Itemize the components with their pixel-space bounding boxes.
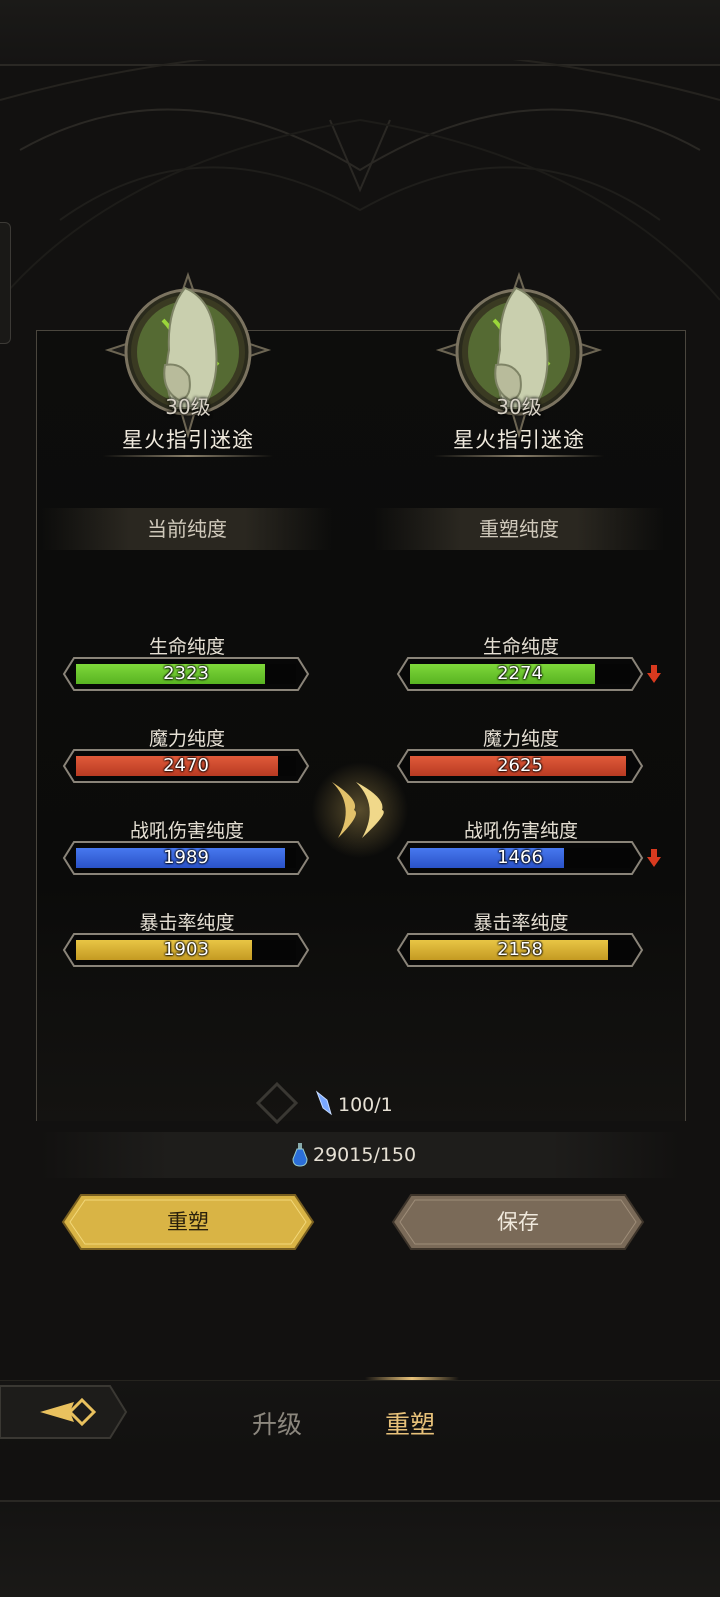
name-underline (103, 455, 273, 457)
reforged-purity-header: 重塑纯度 (374, 508, 664, 550)
save-button-label: 保存 (497, 1210, 539, 1234)
stat-value: 2323 (163, 663, 209, 684)
name-underline (434, 455, 604, 457)
stat-bar: 2625 (396, 748, 644, 784)
stat-value: 1989 (163, 847, 209, 868)
item-name: 星火指引迷途 (453, 428, 585, 452)
potion-cost: 29015/150 (313, 1144, 417, 1166)
stat-bar: 1903 (62, 932, 310, 968)
stat-bar: 2158 (396, 932, 644, 968)
top-frame (0, 0, 720, 66)
stat-label: 魔力纯度 (148, 728, 225, 750)
double-chevron-icon (312, 762, 408, 858)
crystal-cost: 100/1 (338, 1094, 393, 1116)
stat-bar: 1989 (62, 840, 310, 876)
save-button[interactable]: 保存 (391, 1193, 645, 1251)
reforge-button-label: 重塑 (167, 1210, 209, 1234)
item-name: 星火指引迷途 (122, 428, 254, 452)
back-arrow-icon[interactable] (0, 1382, 128, 1442)
item-level: 30级 (496, 395, 542, 419)
side-handle[interactable] (0, 222, 11, 344)
item-level: 30级 (165, 395, 211, 419)
stat-value: 2470 (163, 755, 209, 776)
stat-label: 战吼伤害纯度 (129, 820, 244, 842)
stat-bar: 2470 (62, 748, 310, 784)
stat-label: 生命纯度 (148, 636, 225, 658)
stat-label: 暴击率纯度 (473, 912, 569, 934)
stat-label: 暴击率纯度 (139, 912, 235, 934)
stat-bar: 1466 (396, 840, 644, 876)
stat-label: 魔力纯度 (482, 728, 559, 750)
stat-label: 生命纯度 (482, 636, 559, 658)
potion-icon (292, 1143, 308, 1167)
bottom-frame (0, 1500, 720, 1597)
tab-reforge[interactable]: 重塑 (385, 1405, 435, 1441)
down-arrow-icon (647, 665, 661, 683)
stat-value: 2274 (497, 663, 543, 684)
stat-value: 2158 (497, 939, 543, 960)
stat-value: 1903 (163, 939, 209, 960)
down-arrow-icon (647, 849, 661, 867)
crystal-icon (315, 1090, 332, 1116)
stat-label: 战吼伤害纯度 (463, 820, 578, 842)
active-tab-indicator (365, 1377, 459, 1380)
tab-upgrade[interactable]: 升级 (252, 1405, 302, 1441)
stat-value: 2625 (497, 755, 543, 776)
stat-bar: 2323 (62, 656, 310, 692)
diamond-icon (256, 1082, 298, 1124)
reforge-button[interactable]: 重塑 (61, 1193, 315, 1251)
stat-value: 1466 (497, 847, 543, 868)
current-purity-header: 当前纯度 (42, 508, 332, 550)
stat-bar: 2274 (396, 656, 644, 692)
